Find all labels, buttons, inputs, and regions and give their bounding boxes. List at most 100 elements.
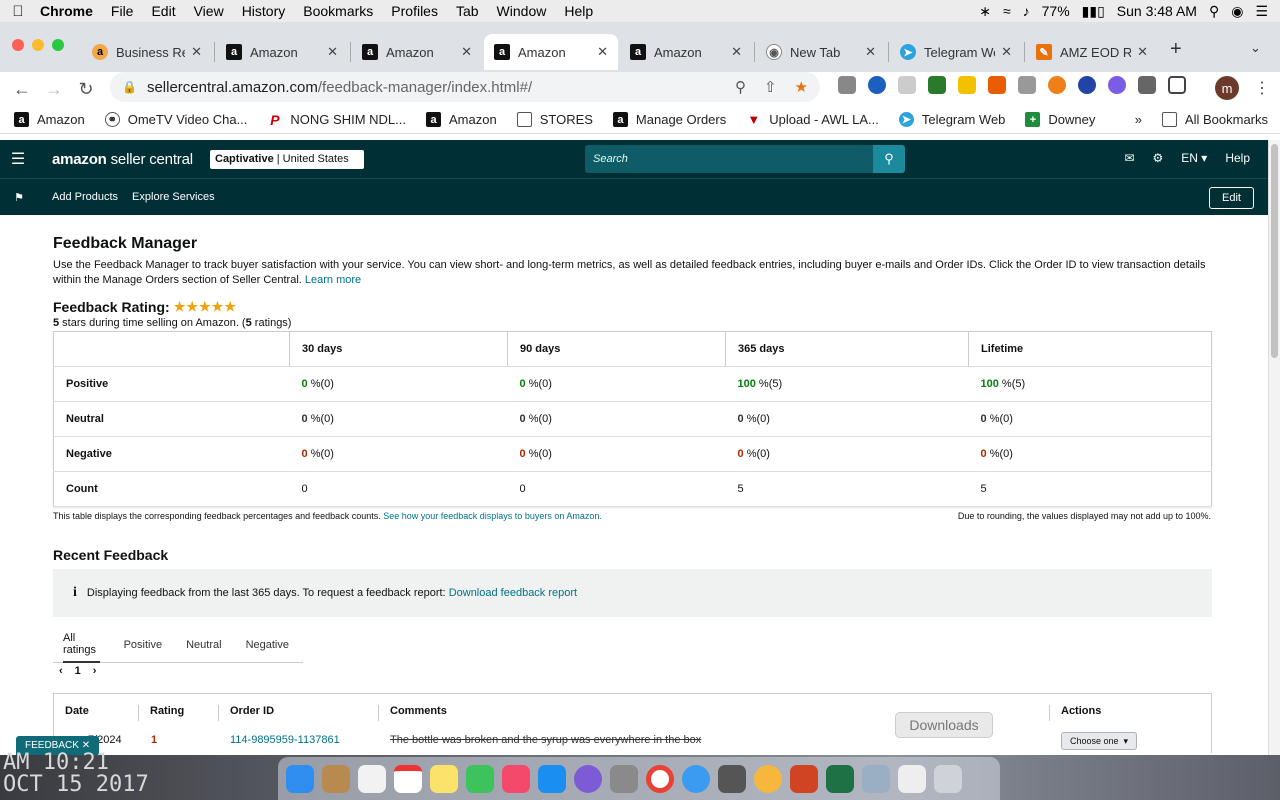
bookmark-item[interactable]: ▼ Upload - AWL LA... [746,112,879,127]
menu-window[interactable]: Window [497,3,547,19]
close-tab-icon[interactable]: ✕ [461,44,472,60]
extension-off-orange-icon[interactable] [988,76,1006,94]
extension-yellow-icon[interactable] [958,76,976,94]
chrome-icon[interactable] [646,764,674,793]
profile-avatar[interactable]: m [1215,76,1239,100]
browser-tab-active[interactable]: a Amazon ✕ [484,34,618,70]
preview-icon[interactable] [862,764,890,793]
back-arrow-icon[interactable]: ← [6,79,38,100]
bookmark-item[interactable]: a Manage Orders [612,112,726,127]
hamburger-menu-icon[interactable]: ☰ [0,149,36,169]
browser-tab[interactable]: a Amazon ✕ [620,34,752,70]
nav-explore-services[interactable]: Explore Services [132,191,215,203]
apple-icon[interactable]:  [0,3,36,20]
nav-add-products[interactable]: Add Products [52,191,118,203]
bookmark-item[interactable]: a Amazon [14,112,85,127]
bookmark-item[interactable]: a Amazon [426,112,497,127]
mail-icon[interactable]: ✉ [1124,151,1134,165]
extension-purple-icon[interactable] [1108,76,1126,94]
close-tab-icon[interactable]: ✕ [191,44,202,60]
photos-icon[interactable] [754,764,782,793]
current-page[interactable]: 1 [75,665,81,677]
new-tab-plus-icon[interactable]: + [1170,38,1182,61]
extension-off-icon[interactable] [838,76,856,94]
forward-arrow-icon[interactable]: → [38,79,70,100]
close-tab-icon[interactable]: ✕ [731,44,742,60]
side-panel-icon[interactable] [1168,76,1186,94]
tab-search-chevron-icon[interactable]: ⌄ [1250,40,1261,56]
extension-cloud-icon[interactable] [1018,76,1036,94]
menu-history[interactable]: History [242,3,286,19]
bookmark-star-icon[interactable]: ★ [795,78,808,96]
close-tab-icon[interactable]: ✕ [327,44,338,60]
siri-icon[interactable]: ◉ [1231,3,1243,20]
system-preferences-icon[interactable] [610,764,638,793]
learn-more-link[interactable]: Learn more [305,274,361,286]
bookmark-icon[interactable]: ⚑ [0,191,38,204]
reminders-icon[interactable] [358,764,386,793]
tab-positive[interactable]: Positive [124,627,163,663]
control-center-icon[interactable]: ☰ [1255,3,1268,20]
finder-icon[interactable] [286,764,314,793]
help-link[interactable]: Help [1225,151,1250,165]
facetime-icon[interactable] [466,764,494,793]
address-bar[interactable]: 🔒 sellercentral.amazon.com/feedback-mana… [110,72,820,102]
notes-icon[interactable] [430,764,458,793]
browser-tab[interactable]: ✎ AMZ EOD Re ✕ [1026,34,1158,70]
music-icon[interactable] [502,764,530,793]
close-window-button[interactable] [12,39,24,51]
menubar-clock[interactable]: Sun 3:48 AM [1117,3,1197,19]
menu-app-name[interactable]: Chrome [40,3,93,19]
battery-percent[interactable]: 77% [1042,3,1070,19]
bluetooth-icon[interactable]: ∗ [979,3,991,20]
battery-icon[interactable]: ▮▮▯ [1082,3,1105,20]
search-icon[interactable]: ⚲ [873,145,905,173]
menu-help[interactable]: Help [564,3,593,19]
tab-neutral[interactable]: Neutral [186,627,221,663]
browser-tab[interactable]: ➤ Telegram We ✕ [890,34,1022,70]
order-id-link[interactable]: 114-9895959-1137861 [230,734,340,746]
all-bookmarks-folder[interactable]: All Bookmarks [1161,112,1268,127]
search-input[interactable]: Search [585,145,873,173]
bookmark-folder[interactable]: STORES [516,112,593,127]
download-report-link[interactable]: Download feedback report [449,587,577,599]
menu-view[interactable]: View [194,3,224,19]
share-icon[interactable]: ⇧ [764,78,777,96]
edit-nav-button[interactable]: Edit [1209,187,1254,209]
wifi-icon[interactable]: ≈ [1003,3,1011,19]
excel-icon[interactable] [826,764,854,793]
extension-gray-icon[interactable] [898,76,916,94]
launchpad-icon[interactable] [718,764,746,793]
close-tab-icon[interactable]: ✕ [597,44,608,60]
extension-rs-icon[interactable] [928,76,946,94]
menu-edit[interactable]: Edit [151,3,175,19]
close-tab-icon[interactable]: ✕ [865,44,876,60]
browser-tab[interactable]: a Business Re ✕ [82,34,212,70]
seller-central-logo[interactable]: amazon seller central [52,151,193,168]
account-switcher[interactable]: Captivative | United States [210,150,364,169]
browser-tab[interactable]: a Amazon ✕ [352,34,482,70]
prev-page-chevron-icon[interactable]: ‹ [59,665,63,677]
siri-dock-icon[interactable] [574,764,602,793]
menu-bookmarks[interactable]: Bookmarks [303,3,373,19]
minimize-window-button[interactable] [32,39,44,51]
chrome-menu-icon[interactable]: ⋮ [1254,78,1270,98]
zoom-window-button[interactable] [52,39,64,51]
gear-icon[interactable]: ⚙ [1153,151,1164,165]
app-store-icon[interactable] [538,764,566,793]
safari-icon[interactable] [682,764,710,793]
bookmark-item[interactable]: + Downey [1025,112,1095,127]
more-bookmarks-chevron-icon[interactable]: » [1135,112,1142,127]
spotlight-search-icon[interactable]: ⚲ [1209,3,1219,20]
lock-icon[interactable]: 🔒 [122,80,137,94]
next-page-chevron-icon[interactable]: › [93,665,97,677]
trash-icon[interactable] [934,764,962,793]
reload-icon[interactable]: ↻ [70,79,102,100]
contacts-icon[interactable] [322,764,350,793]
powerpoint-icon[interactable] [790,764,818,793]
bookmark-item[interactable]: ➤ Telegram Web [898,112,1005,127]
close-tab-icon[interactable]: ✕ [1001,44,1012,60]
bookmark-item[interactable]: ⚭ OmeTV Video Cha... [104,112,247,127]
buyer-view-link[interactable]: See how your feedback displays to buyers… [383,511,602,521]
actions-dropdown[interactable]: Choose one ▾ [1061,732,1138,750]
